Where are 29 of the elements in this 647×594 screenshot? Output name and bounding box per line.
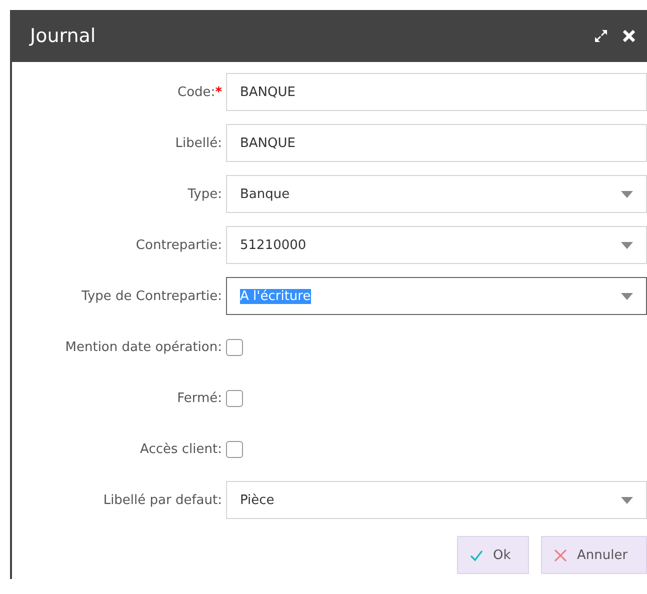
field-label: Type: bbox=[188, 186, 222, 202]
window-title: Journal bbox=[30, 25, 96, 47]
checkbox[interactable] bbox=[226, 338, 243, 356]
caret-icon bbox=[621, 242, 633, 248]
caret-icon bbox=[621, 496, 633, 504]
input-field[interactable]: BANQUE bbox=[226, 73, 647, 111]
close-icon[interactable] bbox=[621, 28, 637, 44]
field-label: Fermé: bbox=[177, 390, 222, 406]
required-icon: * bbox=[215, 84, 222, 100]
close-icon bbox=[554, 548, 567, 562]
field-label: Mention date opération: bbox=[65, 340, 222, 354]
field-label: Libellé par defaut: bbox=[103, 492, 222, 508]
checkbox[interactable] bbox=[226, 440, 243, 458]
field-label: Libellé: bbox=[175, 136, 222, 150]
dropdown[interactable]: Banque bbox=[226, 175, 647, 213]
field-label: Code:* bbox=[178, 84, 222, 100]
check-icon bbox=[470, 548, 483, 562]
checkbox[interactable] bbox=[226, 390, 243, 406]
field-label: Accès client: bbox=[140, 442, 222, 456]
field-label: Contrepartie: bbox=[136, 238, 222, 252]
caret-icon bbox=[621, 292, 633, 300]
ok-button[interactable]: Ok bbox=[457, 536, 529, 574]
dropdown[interactable]: 51210000 bbox=[226, 226, 647, 264]
caret-icon bbox=[621, 190, 633, 198]
expand-icon[interactable] bbox=[593, 28, 609, 44]
cancel-button[interactable]: Annuler bbox=[541, 536, 647, 574]
dropdown[interactable]: Pièce bbox=[226, 481, 647, 519]
input-field[interactable]: BANQUE bbox=[226, 124, 647, 162]
field-label: Type de Contrepartie: bbox=[82, 288, 222, 304]
